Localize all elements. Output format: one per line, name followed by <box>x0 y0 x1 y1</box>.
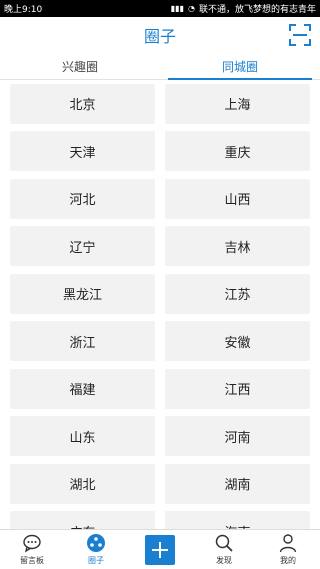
status-right: ▮▮▮ ◔ 联不通，放飞梦想的有志青年 <box>171 2 316 15</box>
region-cell[interactable]: 江西 <box>165 368 310 409</box>
tab-city-label: 同城圈 <box>221 59 258 74</box>
region-row: 湖北 湖南 <box>0 460 320 508</box>
add-button[interactable] <box>145 534 175 565</box>
region-cell[interactable]: 辽宁 <box>10 226 155 267</box>
region-grid: 北京 上海 天津 重庆 河北 山西 辽宁 吉林 黑龙江 江苏 浙江 安徽 福建 … <box>0 80 320 529</box>
bottom-nav: 留言板 圈子 发现 我的 <box>0 529 320 569</box>
region-cell[interactable]: 重庆 <box>165 131 310 172</box>
region-cell[interactable]: 浙江 <box>10 321 155 362</box>
status-time: 晚上9:10 <box>4 5 43 15</box>
nav-circle[interactable]: 圈子 <box>64 530 128 569</box>
status-bar: 晚上9:10 ▮▮▮ ◔ 联不通，放飞梦想的有志青年 <box>0 0 320 17</box>
region-cell[interactable]: 湖南 <box>165 463 310 504</box>
region-cell[interactable]: 吉林 <box>165 226 310 267</box>
region-row: 广东 海南 <box>0 508 320 529</box>
region-cell[interactable]: 黑龙江 <box>10 273 155 314</box>
nav-message-board[interactable]: 留言板 <box>0 530 64 569</box>
region-row: 福建 江西 <box>0 365 320 413</box>
region-row: 辽宁 吉林 <box>0 223 320 271</box>
region-cell[interactable]: 江苏 <box>165 273 310 314</box>
wifi-icon: ◔ <box>188 4 195 13</box>
region-row: 浙江 安徽 <box>0 318 320 366</box>
page-title: 圈子 <box>143 27 176 46</box>
region-row: 山东 河南 <box>0 413 320 461</box>
search-icon <box>215 534 233 552</box>
nav-message-board-label: 留言板 <box>20 556 44 565</box>
region-cell[interactable]: 北京 <box>10 83 155 124</box>
region-row: 黑龙江 江苏 <box>0 270 320 318</box>
region-cell[interactable]: 河北 <box>10 178 155 219</box>
region-cell[interactable]: 天津 <box>10 131 155 172</box>
tab-city[interactable]: 同城圈 <box>160 53 320 80</box>
nav-add[interactable] <box>128 530 192 569</box>
region-cell[interactable]: 河南 <box>165 416 310 457</box>
signal-icon: ▮▮▮ <box>170 4 184 13</box>
circle-group-icon <box>87 534 105 552</box>
tab-interest-label: 兴趣圈 <box>61 59 98 74</box>
region-cell[interactable]: 山东 <box>10 416 155 457</box>
circle-tabs: 兴趣圈 同城圈 <box>0 53 320 80</box>
region-cell[interactable]: 福建 <box>10 368 155 409</box>
region-cell[interactable]: 湖北 <box>10 463 155 504</box>
region-row: 北京 上海 <box>0 80 320 128</box>
nav-discover-label: 发现 <box>216 556 232 565</box>
nav-discover[interactable]: 发现 <box>192 530 256 569</box>
region-cell[interactable]: 安徽 <box>165 321 310 362</box>
region-cell[interactable]: 海南 <box>165 511 310 529</box>
region-row: 天津 重庆 <box>0 128 320 176</box>
person-icon <box>279 534 297 553</box>
app-header: 圈子 <box>0 17 320 53</box>
region-cell[interactable]: 山西 <box>165 178 310 219</box>
chat-bubble-icon <box>23 534 41 553</box>
scan-icon[interactable] <box>288 23 312 47</box>
nav-mine[interactable]: 我的 <box>256 530 320 569</box>
status-carrier: 联不通，放飞梦想的有志青年 <box>198 5 316 15</box>
plus-icon <box>152 541 168 558</box>
nav-circle-label: 圈子 <box>88 556 104 565</box>
region-row: 河北 山西 <box>0 175 320 223</box>
region-cell[interactable]: 上海 <box>165 83 310 124</box>
tab-interest[interactable]: 兴趣圈 <box>0 53 160 79</box>
region-cell[interactable]: 广东 <box>10 511 155 529</box>
nav-mine-label: 我的 <box>280 556 296 565</box>
